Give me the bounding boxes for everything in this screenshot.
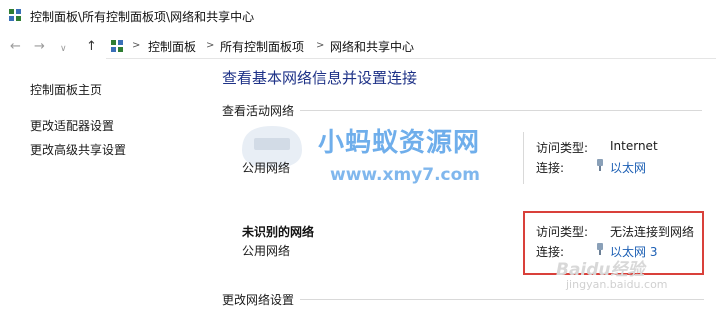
chevron-down-icon[interactable]: ∨	[60, 42, 67, 56]
breadcrumb-separator: >	[132, 40, 141, 51]
window-title: 控制面板\所有控制面板项\网络和共享中心	[30, 10, 255, 24]
change-settings-section: 更改网络设置	[222, 291, 712, 308]
sidebar-item-adapter-settings[interactable]: 更改适配器设置	[30, 117, 114, 134]
network-2-type: 公用网络	[242, 244, 291, 258]
network-1-access-label: 访问类型:	[536, 141, 589, 155]
breadcrumb-all-items[interactable]: 所有控制面板项	[220, 38, 304, 55]
ethernet-icon	[597, 159, 603, 171]
breadcrumb-separator: >	[316, 40, 325, 51]
section-heading: 查看活动网络	[222, 102, 301, 119]
page-title: 查看基本网络信息并设置连接	[222, 69, 418, 87]
sidebar-item-sharing-settings[interactable]: 更改高级共享设置	[30, 141, 126, 158]
divider	[523, 132, 524, 184]
network-1-type: 公用网络	[242, 161, 291, 175]
arrow-left-icon[interactable]: ←	[10, 40, 21, 54]
arrow-right-icon[interactable]: →	[34, 40, 45, 54]
network-1-connection-label: 连接:	[536, 161, 565, 175]
section-heading: 更改网络设置	[222, 291, 301, 308]
section-divider	[294, 299, 704, 300]
active-networks-section: 查看活动网络	[222, 102, 712, 119]
network-1-access-value: Internet	[610, 139, 658, 153]
breadcrumb-separator: >	[206, 40, 215, 51]
watermark-url: www.xmy7.com	[330, 165, 481, 185]
network-2-name: 未识别的网络	[242, 225, 315, 239]
watermark-text: 小蚂蚁资源网	[318, 128, 481, 158]
watermark-baidu-url: jingyan.baidu.com	[566, 278, 668, 291]
control-panel-icon	[111, 40, 123, 52]
title-bar: 控制面板\所有控制面板项\网络和共享中心	[0, 0, 716, 30]
address-bar[interactable]: > 控制面板 > 所有控制面板项 > 网络和共享中心	[106, 34, 716, 59]
watermark-baidu: Baidu经验	[556, 260, 645, 280]
network-1-connection-link[interactable]: 以太网	[610, 159, 646, 176]
arrow-up-icon[interactable]: ↑	[86, 40, 97, 54]
breadcrumb-network-center[interactable]: 网络和共享中心	[330, 38, 414, 55]
sidebar-item-home[interactable]: 控制面板主页	[30, 81, 102, 98]
breadcrumb-control-panel[interactable]: 控制面板	[148, 38, 196, 55]
section-divider	[292, 110, 702, 111]
control-panel-icon	[9, 9, 21, 21]
